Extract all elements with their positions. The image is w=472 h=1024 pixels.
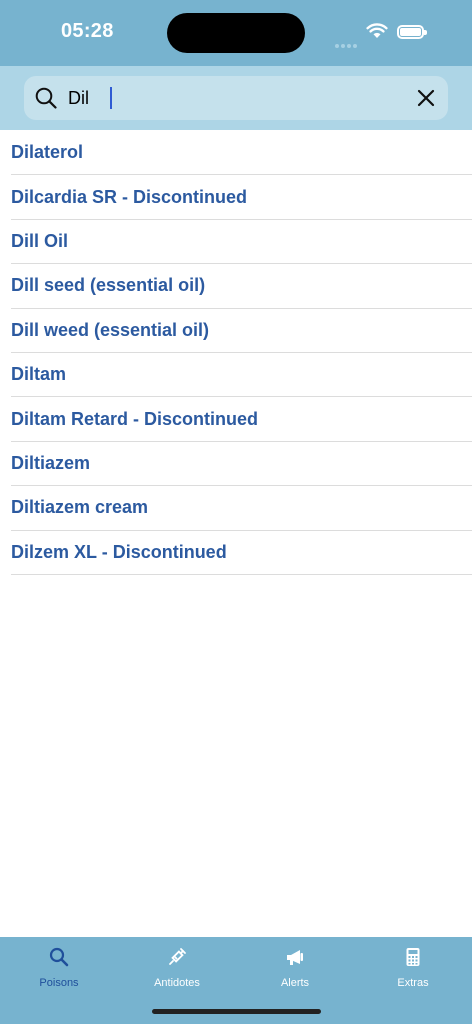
list-item-label: Dilaterol (11, 142, 84, 163)
list-item-label: Dill seed (essential oil) (11, 275, 206, 296)
list-item[interactable]: Dill seed (essential oil) (11, 264, 472, 309)
tab-label: Antidotes (154, 977, 200, 989)
list-item-label: Diltiazem (11, 452, 91, 473)
text-cursor (110, 87, 112, 109)
wifi-icon (366, 23, 388, 38)
search-icon (35, 87, 57, 109)
status-time: 05:28 (61, 20, 114, 42)
syringe-icon (169, 948, 186, 965)
dynamic-island (167, 13, 305, 53)
list-item-label: Dilzem XL - Discontinued (11, 541, 227, 562)
list-item[interactable]: Dilaterol (11, 131, 472, 176)
search-icon (49, 947, 69, 967)
list-item[interactable]: Dill Oil (11, 220, 472, 265)
list-item[interactable]: Diltiazem cream (11, 486, 472, 531)
clear-search-icon[interactable] (416, 88, 436, 108)
list-item[interactable]: Dilzem XL - Discontinued (11, 531, 472, 575)
list-item-label: Dill weed (essential oil) (11, 319, 210, 340)
list-item-label: Dilcardia SR - Discontinued (11, 186, 248, 207)
list-item[interactable]: Dilcardia SR - Discontinued (11, 175, 472, 220)
battery-icon (397, 25, 427, 39)
list-item-label: Diltiazem cream (11, 497, 149, 518)
list-item-label: Diltam (11, 364, 67, 385)
tab-label: Alerts (280, 977, 310, 989)
cellular-signal-icon (335, 35, 359, 53)
search-bar[interactable] (24, 76, 448, 120)
list-item[interactable]: Diltam (11, 353, 472, 398)
calculator-icon (406, 948, 420, 966)
list-item-label: Diltam Retard - Discontinued (11, 408, 259, 429)
list-item[interactable]: Dill weed (essential oil) (11, 309, 472, 353)
list-item-label: Dill Oil (11, 230, 69, 251)
results-list: Dilaterol Dilcardia SR - Discontinued Di… (11, 131, 472, 575)
search-header (0, 66, 472, 130)
search-input[interactable] (68, 84, 388, 112)
list-item[interactable]: Diltam Retard - Discontinued (11, 397, 472, 442)
list-item[interactable]: Diltiazem (11, 442, 472, 487)
megaphone-icon (287, 950, 303, 965)
home-indicator[interactable] (152, 1009, 321, 1014)
status-bar: 05:28 (0, 0, 472, 66)
tab-label: Poisons (39, 977, 79, 989)
tab-label: Extras (397, 977, 429, 989)
